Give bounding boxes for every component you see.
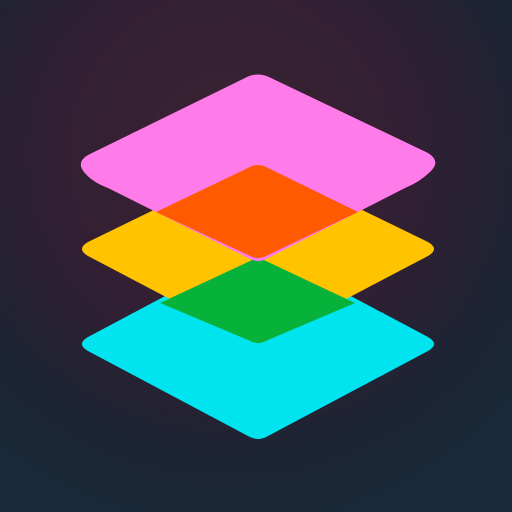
layers-icon — [0, 0, 512, 512]
app-icon — [0, 0, 512, 512]
